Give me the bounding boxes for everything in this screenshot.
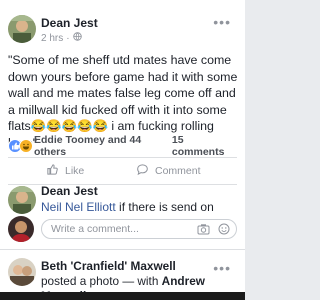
comment-author-name[interactable]: Dean Jest <box>41 184 98 198</box>
post-time[interactable]: 2 hrs <box>41 33 63 44</box>
system-taskbar <box>0 292 245 300</box>
more-options-icon[interactable]: ••• <box>213 14 231 30</box>
comment-bubble-icon <box>136 163 149 179</box>
thumbs-up-icon <box>46 163 59 179</box>
reaction-icons <box>8 139 33 153</box>
comment-input[interactable]: Write a comment... <box>41 219 237 239</box>
like-button[interactable]: Like <box>46 161 84 181</box>
comment-input-placeholder: Write a comment... <box>51 223 139 235</box>
divider <box>8 157 237 158</box>
haha-icon <box>19 139 33 153</box>
next-post-action: posted a photo — with <box>41 274 159 288</box>
comment-count[interactable]: 15 comments <box>172 134 237 158</box>
comment-text: Neil Nel Elliott if there is send on <box>41 200 214 214</box>
comment-item: Dean Jest Neil Nel Elliott if there is s… <box>0 181 245 215</box>
emoji-icon[interactable] <box>218 223 230 238</box>
author-avatar[interactable] <box>8 15 36 43</box>
like-label: Like <box>65 165 85 177</box>
next-author-avatar[interactable] <box>8 258 36 286</box>
commenter-avatar[interactable] <box>8 186 36 214</box>
comment-body: if there is send on <box>115 200 214 214</box>
next-post-author-name[interactable]: Beth 'Cranfield' Maxwell <box>41 259 176 273</box>
reaction-summary[interactable]: Eddie Toomey and 44 others 15 comments <box>8 134 237 158</box>
reaction-names[interactable]: Eddie Toomey and 44 others <box>34 134 172 158</box>
tagged-user-link[interactable]: Neil Nel Elliott <box>41 200 116 214</box>
dot-separator: · <box>66 32 70 44</box>
composer-icons <box>197 223 230 238</box>
post-author-name[interactable]: Dean Jest <box>41 16 98 30</box>
comment-button[interactable]: Comment <box>136 161 201 181</box>
camera-icon[interactable] <box>197 223 210 238</box>
post-meta: 2 hrs · <box>41 32 82 44</box>
current-user-avatar <box>8 216 34 242</box>
post-card: Dean Jest 2 hrs · ••• "Some of me sheff … <box>0 0 245 263</box>
globe-icon <box>72 32 82 44</box>
comment-label: Comment <box>155 165 201 177</box>
more-options-icon[interactable]: ••• <box>213 260 231 276</box>
laughing-emoji-icons: 😂😂😂😂😂 <box>30 119 108 133</box>
